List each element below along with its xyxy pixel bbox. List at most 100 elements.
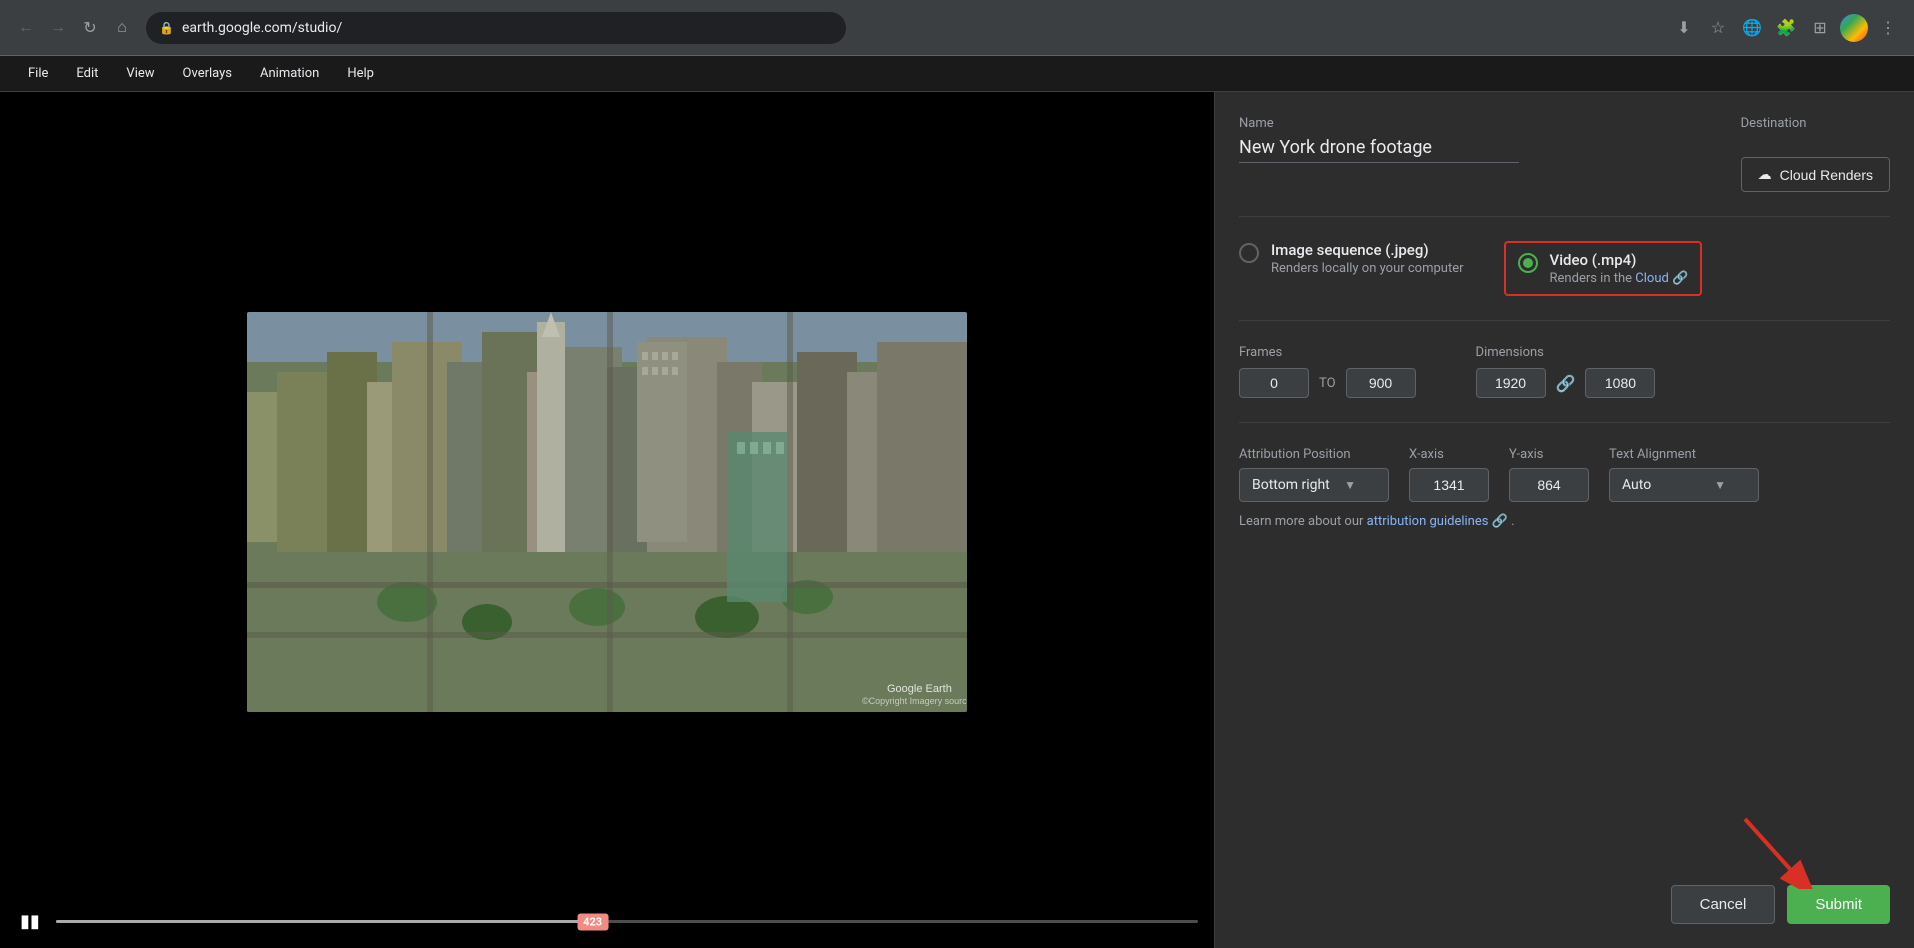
destination-label: Destination xyxy=(1741,116,1890,131)
video-preview: Google Earth ©Copyright Imagery sources xyxy=(0,92,1214,948)
name-destination-row: Name New York drone footage Destination … xyxy=(1239,116,1890,192)
divider-1 xyxy=(1239,216,1890,217)
home-button[interactable]: ⌂ xyxy=(108,14,136,42)
attribution-position-value: Bottom right xyxy=(1252,477,1330,493)
image-sequence-info: Image sequence (.jpeg) Renders locally o… xyxy=(1271,241,1464,276)
attribution-note: Learn more about our attribution guideli… xyxy=(1239,514,1890,529)
svg-text:©Copyright Imagery sources: ©Copyright Imagery sources xyxy=(862,696,967,706)
video-option[interactable]: Video (.mp4) Renders in the Cloud 🔗 xyxy=(1518,251,1689,286)
cloud-link[interactable]: Cloud xyxy=(1635,271,1669,286)
frame-indicator[interactable]: 423 xyxy=(577,913,608,930)
address-bar[interactable]: 🔒 earth.google.com/studio/ xyxy=(146,12,846,44)
xaxis-input[interactable] xyxy=(1409,468,1489,502)
reload-button[interactable]: ↻ xyxy=(76,14,104,42)
width-input[interactable] xyxy=(1476,368,1546,398)
cloud-renders-button[interactable]: ☁ Cloud Renders xyxy=(1741,157,1890,192)
video-controls: ▮▮ 423 xyxy=(0,895,1214,948)
video-panel: Google Earth ©Copyright Imagery sources … xyxy=(0,92,1214,948)
pause-button[interactable]: ▮▮ xyxy=(16,907,44,936)
back-button[interactable]: ← xyxy=(12,14,40,42)
main-content: Google Earth ©Copyright Imagery sources … xyxy=(0,92,1914,948)
download-icon[interactable]: ⬇ xyxy=(1670,14,1698,42)
format-row: Image sequence (.jpeg) Renders locally o… xyxy=(1239,241,1890,296)
destination-btn-label: Cloud Renders xyxy=(1780,167,1873,183)
text-alignment-group: Text Alignment Auto ▼ xyxy=(1609,447,1759,502)
attribution-row: Attribution Position Bottom right ▼ X-ax… xyxy=(1239,447,1890,502)
cancel-button[interactable]: Cancel xyxy=(1671,885,1776,924)
yaxis-input[interactable] xyxy=(1509,468,1589,502)
dimensions-label: Dimensions xyxy=(1476,345,1656,360)
text-alignment-value: Auto xyxy=(1622,477,1651,493)
bookmark-icon[interactable]: ☆ xyxy=(1704,14,1732,42)
timeline-progress xyxy=(56,920,593,923)
help-menu[interactable]: Help xyxy=(335,62,386,85)
text-alignment-label: Text Alignment xyxy=(1609,447,1759,462)
edit-menu[interactable]: Edit xyxy=(64,62,110,85)
video-option-box: Video (.mp4) Renders in the Cloud 🔗 xyxy=(1504,241,1703,296)
video-info: Video (.mp4) Renders in the Cloud 🔗 xyxy=(1550,251,1689,286)
image-sequence-option[interactable]: Image sequence (.jpeg) Renders locally o… xyxy=(1239,241,1464,276)
external-link-icon-2: 🔗 xyxy=(1492,514,1508,529)
svg-text:Google Earth: Google Earth xyxy=(887,683,952,695)
attribution-section: Attribution Position Bottom right ▼ X-ax… xyxy=(1239,447,1890,529)
cloud-icon: ☁ xyxy=(1758,166,1772,183)
image-sequence-sublabel: Renders locally on your computer xyxy=(1271,261,1464,276)
name-value[interactable]: New York drone footage xyxy=(1239,137,1519,163)
divider-2 xyxy=(1239,320,1890,321)
name-label: Name xyxy=(1239,116,1519,131)
image-sequence-label: Image sequence (.jpeg) xyxy=(1271,241,1464,259)
globe-icon[interactable]: 🌐 xyxy=(1738,14,1766,42)
frames-label: Frames xyxy=(1239,345,1416,360)
xaxis-label: X-axis xyxy=(1409,447,1489,462)
name-group: Name New York drone footage xyxy=(1239,116,1519,163)
text-alignment-dropdown[interactable]: Auto ▼ xyxy=(1609,468,1759,502)
url-text: earth.google.com/studio/ xyxy=(182,20,342,36)
video-sublabel: Renders in the Cloud 🔗 xyxy=(1550,271,1689,286)
aerial-view-svg: Google Earth ©Copyright Imagery sources xyxy=(247,312,967,712)
alignment-dropdown-arrow: ▼ xyxy=(1714,478,1726,492)
timeline-track[interactable]: 423 xyxy=(56,920,1198,923)
attribution-position-group: Attribution Position Bottom right ▼ xyxy=(1239,447,1389,502)
external-link-icon: 🔗 xyxy=(1672,271,1688,286)
dimensions-group: Dimensions 🔗 xyxy=(1476,345,1656,398)
security-icon: 🔒 xyxy=(159,21,174,35)
position-dropdown-arrow: ▼ xyxy=(1344,478,1356,492)
forward-button[interactable]: → xyxy=(44,14,72,42)
attribution-position-dropdown[interactable]: Bottom right ▼ xyxy=(1239,468,1389,502)
red-arrow-indicator xyxy=(1735,809,1815,889)
xaxis-group: X-axis xyxy=(1409,447,1489,502)
attribution-guidelines-link[interactable]: attribution guidelines xyxy=(1367,514,1489,529)
browser-chrome: ← → ↻ ⌂ 🔒 earth.google.com/studio/ ⬇ ☆ 🌐… xyxy=(0,0,1914,56)
divider-3 xyxy=(1239,422,1890,423)
cast-icon[interactable]: ⊞ xyxy=(1806,14,1834,42)
frames-from-input[interactable] xyxy=(1239,368,1309,398)
radio-inner-dot xyxy=(1523,258,1533,268)
overlays-menu[interactable]: Overlays xyxy=(171,62,244,85)
height-input[interactable] xyxy=(1585,368,1655,398)
frames-inputs: TO xyxy=(1239,368,1416,398)
extensions-icon[interactable]: 🧩 xyxy=(1772,14,1800,42)
nav-buttons: ← → ↻ ⌂ xyxy=(12,14,136,42)
footer-buttons: Cancel Submit xyxy=(1239,873,1890,924)
yaxis-label: Y-axis xyxy=(1509,447,1589,462)
frames-group: Frames TO xyxy=(1239,345,1416,398)
profile-avatar[interactable] xyxy=(1840,14,1868,42)
image-sequence-radio[interactable] xyxy=(1239,243,1259,263)
timeline-container[interactable]: 423 xyxy=(56,912,1198,932)
view-menu[interactable]: View xyxy=(114,62,166,85)
yaxis-group: Y-axis xyxy=(1509,447,1589,502)
link-dimensions-icon: 🔗 xyxy=(1556,374,1576,393)
submit-button[interactable]: Submit xyxy=(1787,885,1890,924)
menu-icon[interactable]: ⋮ xyxy=(1874,14,1902,42)
settings-panel: Name New York drone footage Destination … xyxy=(1214,92,1914,948)
frames-to-input[interactable] xyxy=(1346,368,1416,398)
note-suffix: . xyxy=(1511,514,1514,529)
video-sublabel-text: Renders in the xyxy=(1550,271,1633,286)
app-menu-bar: File Edit View Overlays Animation Help xyxy=(0,56,1914,92)
video-radio[interactable] xyxy=(1518,253,1538,273)
metrics-row: Frames TO Dimensions 🔗 xyxy=(1239,345,1890,398)
video-label: Video (.mp4) xyxy=(1550,251,1689,269)
destination-group: Destination ☁ Cloud Renders xyxy=(1741,116,1890,192)
animation-menu[interactable]: Animation xyxy=(248,62,331,85)
file-menu[interactable]: File xyxy=(16,62,60,85)
